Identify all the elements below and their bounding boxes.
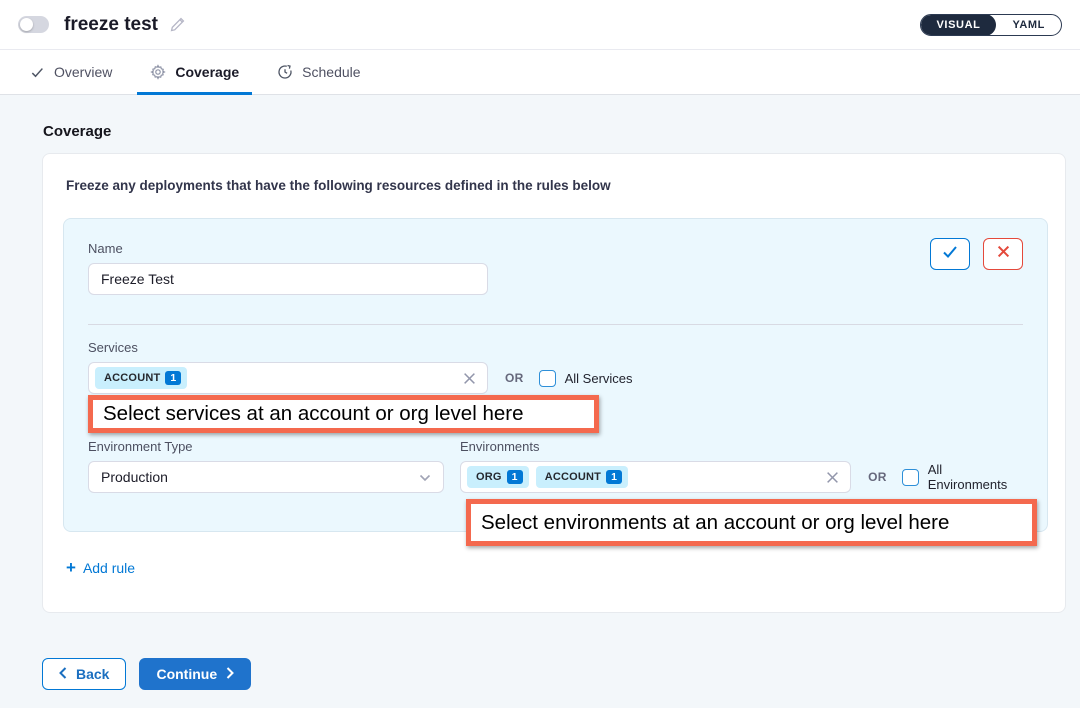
services-tags: ACCOUNT 1 [95,367,463,389]
environments-annotation-box: Select environments at an account or org… [466,499,1037,546]
environment-type-field: Environment Type Production [88,439,444,493]
x-icon [997,245,1010,263]
tag-count-badge: 1 [507,470,523,485]
environment-type-select[interactable]: Production [88,461,444,493]
panel-intro-text: Freeze any deployments that have the fol… [66,178,1048,193]
environments-row-inner: ORG 1 ACCOUNT 1 [460,461,1023,493]
environment-scope-tag[interactable]: ORG 1 [467,466,529,488]
tab-overview-label: Overview [54,64,112,80]
tag-text: ACCOUNT [545,471,601,483]
environments-multiselect[interactable]: ORG 1 ACCOUNT 1 [460,461,851,493]
footer-actions: Back Continue [42,658,1066,690]
coverage-page: Coverage Freeze any deployments that hav… [0,95,1080,708]
tab-schedule-label: Schedule [302,64,360,80]
add-rule-button[interactable]: + Add rule [66,559,135,576]
environments-tags: ORG 1 ACCOUNT 1 [467,466,826,488]
all-environments-checkbox[interactable] [902,469,919,486]
environments-or-label: OR [868,470,887,484]
freeze-rule-card: Name [63,218,1048,532]
chevron-right-icon [226,666,234,682]
tag-count-badge: 1 [606,470,622,485]
environments-field: Environments ORG 1 ACCOUNT 1 [460,439,1023,493]
services-label: Services [88,340,1023,355]
add-rule-label: Add rule [83,560,135,576]
clear-services-icon[interactable] [463,372,476,385]
freeze-enabled-toggle[interactable] [18,16,49,33]
check-icon [942,245,958,264]
delete-rule-button[interactable] [983,238,1023,270]
services-multiselect[interactable]: ACCOUNT 1 [88,362,488,394]
environment-type-value: Production [101,469,419,485]
confirm-rule-button[interactable] [930,238,970,270]
tag-text: ACCOUNT [104,372,160,384]
page-title: freeze test [64,14,158,36]
gear-icon [150,64,166,80]
tag-count-badge: 1 [165,371,181,386]
visual-yaml-switch: VISUAL YAML [920,14,1063,36]
edit-pencil-icon[interactable] [169,16,186,33]
yaml-toggle-button[interactable]: YAML [996,14,1061,36]
services-or-label: OR [505,371,524,385]
all-environments-label: All Environments [928,462,1023,492]
tab-bar: Overview Coverage Schedule [0,50,1080,95]
services-row: ACCOUNT 1 OR All Services [88,362,1023,394]
header-bar: freeze test VISUAL YAML [0,0,1080,50]
continue-label: Continue [156,666,217,682]
services-annotation-box: Select services at an account or org lev… [88,395,599,433]
environment-row: Environment Type Production Environments [88,439,1023,493]
plus-icon: + [66,559,76,576]
tab-overview[interactable]: Overview [30,50,112,94]
environment-type-label: Environment Type [88,439,444,454]
chevron-left-icon [59,666,67,682]
chevron-down-icon [419,469,431,485]
services-annotation-text: Select services at an account or org lev… [103,402,523,426]
back-button[interactable]: Back [42,658,126,690]
schedule-clock-icon [277,64,293,80]
section-title: Coverage [43,123,1066,140]
rule-edit-actions [930,238,1023,270]
tab-schedule[interactable]: Schedule [277,50,360,94]
service-scope-tag[interactable]: ACCOUNT 1 [95,367,187,389]
tab-coverage[interactable]: Coverage [150,50,239,94]
toggle-knob [20,18,33,31]
tab-coverage-label: Coverage [175,64,239,80]
continue-button[interactable]: Continue [139,658,251,690]
all-services-label: All Services [565,371,633,386]
check-icon [30,65,45,80]
visual-toggle-button[interactable]: VISUAL [921,14,997,36]
rule-name-input[interactable] [88,263,488,295]
environments-label: Environments [460,439,1023,454]
coverage-panel: Freeze any deployments that have the fol… [42,153,1066,613]
name-label: Name [88,241,1023,256]
all-services-checkbox[interactable] [539,370,556,387]
clear-environments-icon[interactable] [826,471,839,484]
card-divider [88,324,1023,325]
environment-scope-tag[interactable]: ACCOUNT 1 [536,466,628,488]
back-label: Back [76,666,109,682]
tag-text: ORG [476,471,502,483]
environments-annotation-text: Select environments at an account or org… [481,511,949,535]
